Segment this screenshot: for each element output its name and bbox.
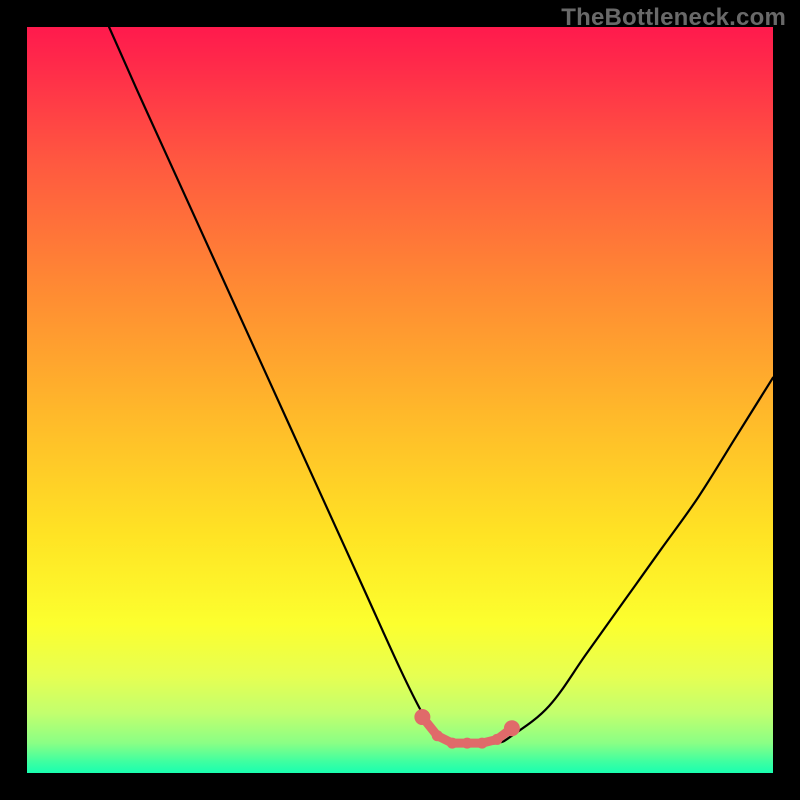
marker-dot bbox=[432, 730, 443, 741]
marker-dot bbox=[477, 738, 488, 749]
marker-dot bbox=[491, 734, 502, 745]
plot-area bbox=[27, 27, 773, 773]
gradient-background bbox=[27, 27, 773, 773]
marker-dot bbox=[504, 720, 520, 736]
marker-dot bbox=[414, 709, 430, 725]
chart-frame: TheBottleneck.com bbox=[0, 0, 800, 800]
chart-svg bbox=[27, 27, 773, 773]
marker-dot bbox=[447, 738, 458, 749]
marker-dot bbox=[462, 738, 473, 749]
